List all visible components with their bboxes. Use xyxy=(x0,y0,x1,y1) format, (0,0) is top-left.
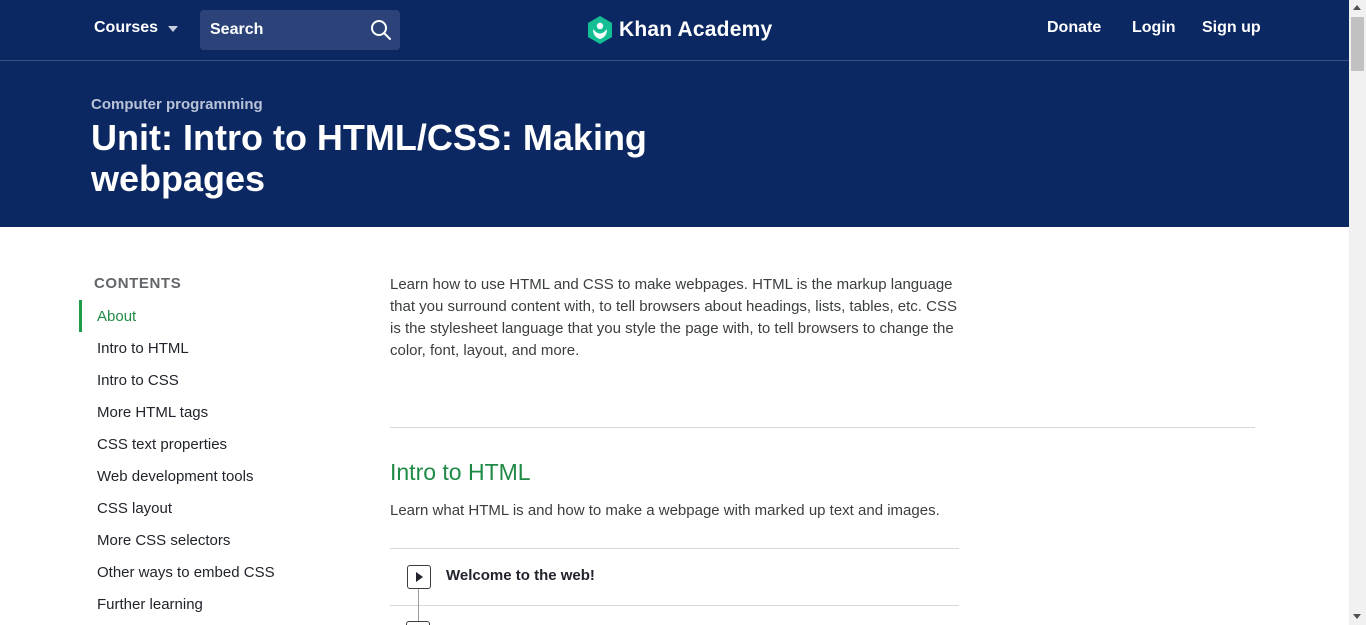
search-placeholder: Search xyxy=(210,21,264,38)
contents-heading: CONTENTS xyxy=(94,275,182,292)
search-icon[interactable] xyxy=(370,19,392,41)
divider xyxy=(390,605,959,606)
unit-header: Computer programming Unit: Intro to HTML… xyxy=(0,61,1349,227)
sidebar-item-about[interactable]: About xyxy=(79,300,275,332)
logo-text: Khan Academy xyxy=(619,18,773,41)
sidebar-nav: About Intro to HTML Intro to CSS More HT… xyxy=(79,300,275,620)
sidebar-item-more-css-selectors[interactable]: More CSS selectors xyxy=(79,524,275,556)
sidebar-item-intro-to-css[interactable]: Intro to CSS xyxy=(79,364,275,396)
top-nav: Courses Search Khan Academy Donate Login… xyxy=(0,0,1349,61)
caret-down-icon xyxy=(168,26,179,32)
sidebar-item-web-development-tools[interactable]: Web development tools xyxy=(79,460,275,492)
search-input[interactable]: Search xyxy=(200,10,400,50)
page-scrollbar[interactable] xyxy=(1349,0,1366,625)
courses-label: Courses xyxy=(94,19,159,36)
scrollbar-thumb[interactable] xyxy=(1351,17,1364,71)
login-link[interactable]: Login xyxy=(1132,19,1176,37)
section-description: Learn what HTML is and how to make a web… xyxy=(390,502,940,519)
breadcrumb[interactable]: Computer programming xyxy=(91,96,263,113)
sidebar-item-other-ways-to-embed-css[interactable]: Other ways to embed CSS xyxy=(79,556,275,588)
divider xyxy=(390,427,1255,428)
signup-link[interactable]: Sign up xyxy=(1202,19,1261,37)
sidebar-item-further-learning[interactable]: Further learning xyxy=(79,588,275,620)
lesson-title: Welcome to the web! xyxy=(446,567,595,584)
khan-academy-logo[interactable]: Khan Academy xyxy=(587,15,772,45)
khan-logo-icon xyxy=(588,16,612,44)
sidebar-item-more-html-tags[interactable]: More HTML tags xyxy=(79,396,275,428)
progress-connector xyxy=(418,589,419,625)
play-icon xyxy=(407,565,431,589)
lesson-item[interactable]: Welcome to the web! xyxy=(390,549,959,605)
sidebar-item-css-layout[interactable]: CSS layout xyxy=(79,492,275,524)
next-lesson-icon xyxy=(406,621,430,625)
scroll-down-icon[interactable] xyxy=(1353,614,1361,619)
section-title[interactable]: Intro to HTML xyxy=(390,459,531,486)
donate-link[interactable]: Donate xyxy=(1047,19,1101,37)
page-title: Unit: Intro to HTML/CSS: Making webpages xyxy=(91,117,647,199)
sidebar-item-intro-to-html[interactable]: Intro to HTML xyxy=(79,332,275,364)
scroll-up-icon[interactable] xyxy=(1353,5,1361,10)
unit-description: Learn how to use HTML and CSS to make we… xyxy=(390,276,957,359)
sidebar-item-css-text-properties[interactable]: CSS text properties xyxy=(79,428,275,460)
courses-menu[interactable]: Courses xyxy=(94,19,179,37)
